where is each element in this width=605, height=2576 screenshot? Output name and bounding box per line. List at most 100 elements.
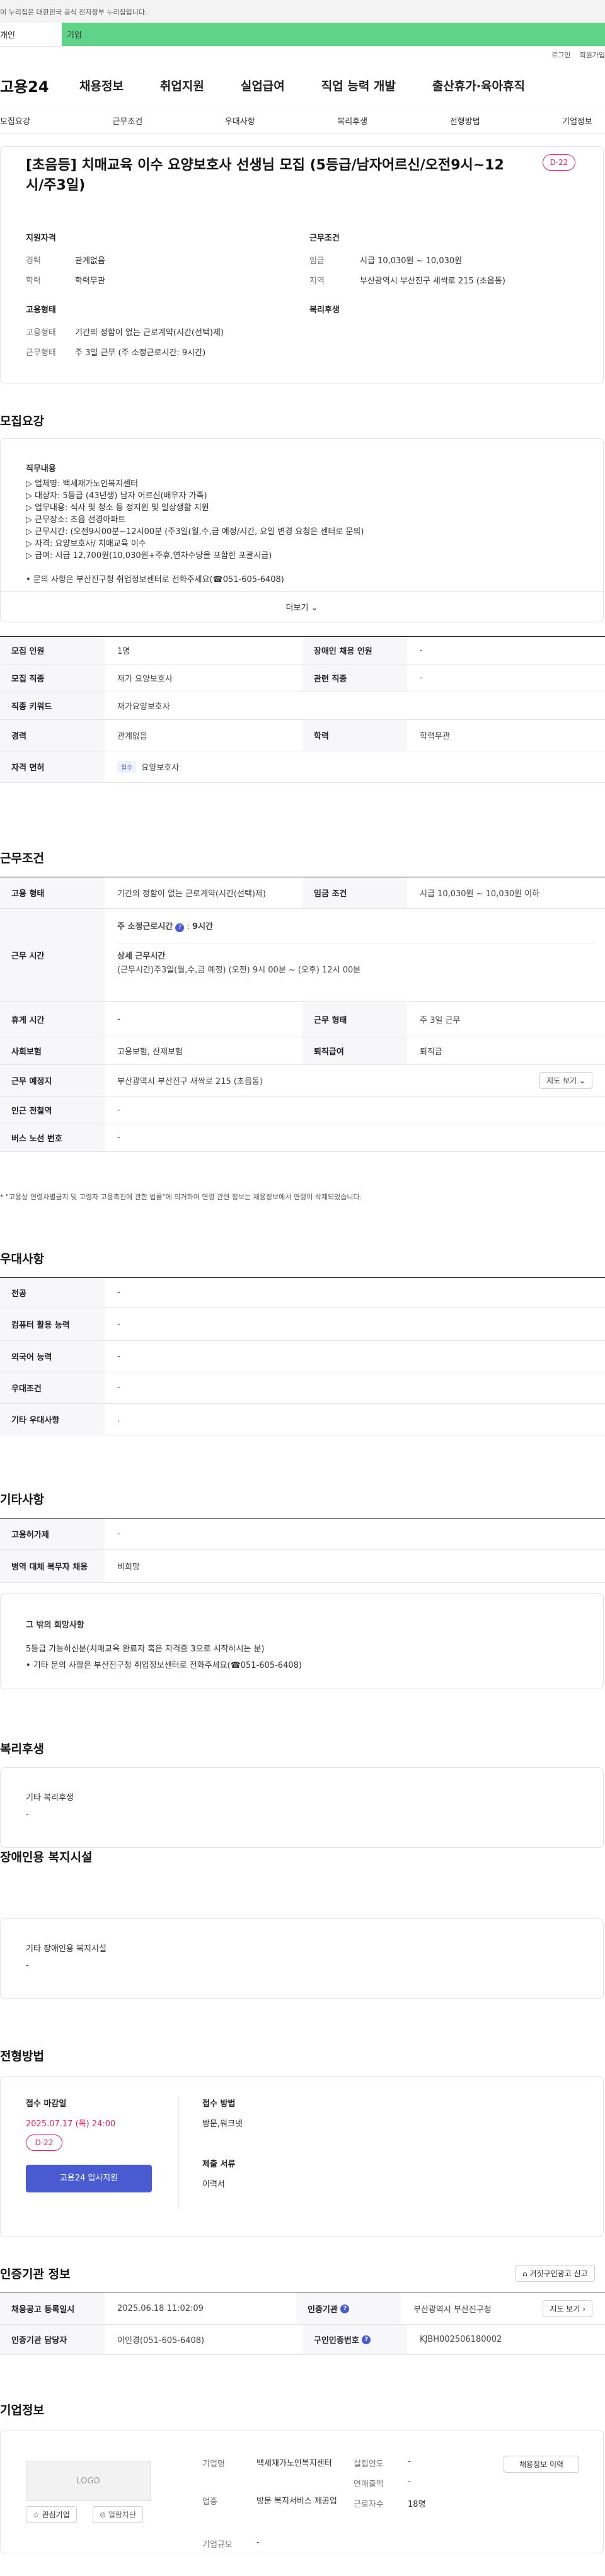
duty-line: ▷ 업체명: 백세재가노인복지센터 [26, 479, 139, 489]
bus-label: 버스 노선 번호 [0, 1124, 105, 1151]
pref-other-label: 기타 우대사항 [0, 1404, 105, 1435]
table-row: 컴퓨터 활용 능력 - [0, 1308, 605, 1341]
table-row: 병역 대체 복무자 채용 비희망 [0, 1550, 605, 1583]
employment-heading: 고용형태 [26, 305, 56, 315]
duty-line: ▷ 자격: 요양보호사/ 치매교육 이수 [26, 539, 146, 549]
more-button[interactable]: 더보기 ⌄ [1, 591, 603, 613]
pref-other-value: . [117, 1415, 120, 1424]
recruit-table: 모집 인원 1명 장애인 채용 인원 - 모집 직종 재가 요양보호사 관련 직종 - … [0, 636, 605, 783]
map-button[interactable]: 지도 보기 › [543, 2300, 592, 2317]
block-label: 열람차단 [108, 2510, 137, 2519]
duty-line: • 문의 사항은 부산진구청 취업정보센터로 전화주세요(☎051-605-64… [26, 575, 284, 584]
map-button-label: 지도 보기 [550, 2305, 580, 2313]
anchor-selection[interactable]: 전형방법 [450, 115, 480, 127]
related-label: 관련 직종 [302, 664, 407, 692]
table-row: 모집 직종 재가 요양보호사 관련 직종 - [0, 664, 605, 692]
retirement-value: 퇴직금 [420, 1047, 442, 1057]
education-label: 학력 [302, 720, 407, 751]
section-title-disabled-facilities: 장애인용 복지시설 [0, 1850, 93, 1864]
license-value-cell: 필수 요양보호사 [105, 751, 605, 782]
emptype-value: 기간의 정함이 없는 근로계약(시간(선택)제) [117, 889, 267, 899]
company-size-value: - [256, 2538, 260, 2547]
subway-value: - [117, 1105, 120, 1115]
pref-cond-value: - [117, 1383, 120, 1393]
pay-value: 시급 10,030원 ~ 10,030원 [360, 256, 463, 266]
conditions-table: 고용 형태 기간의 정함이 없는 근로계약(시간(선택)제) 임금 조건 시급 10… [0, 877, 605, 1152]
welfare-box-heading: 기타 복리후생 [26, 1793, 74, 1803]
related-value: - [420, 673, 423, 683]
duty-line: ▷ 업무내용: 식사 및 청소 등 정지원 및 일상생활 지원 [26, 503, 209, 513]
etc-box-line: 5등급 가능하신분(치매교육 완료자 혹은 자격증 3으로 시작하시는 분) [26, 1644, 265, 1654]
anchor-company[interactable]: 기업정보 [562, 115, 592, 127]
gnb-item-unemployment[interactable]: 실업급여 [241, 77, 285, 94]
table-row: 인증기관 담당자 이인경(051-605-6408) 구인인증번호 ? KJBH0… [0, 2325, 605, 2355]
gnb-item-training[interactable]: 직업 능력 개발 [321, 77, 396, 94]
language-label: 외국어 능력 [0, 1341, 105, 1372]
certification-table: 채용공고 등록일시 2025.06.18 11:02:09 인증기관 ? 부산광역… [0, 2293, 605, 2355]
info-icon[interactable]: ? [175, 923, 185, 932]
docs-heading: 제출 서류 [202, 2160, 236, 2169]
anchor-welfare[interactable]: 복리후생 [337, 115, 367, 127]
report-button[interactable]: ⌂ 거짓구인광고 신고 [516, 2265, 595, 2282]
join-link[interactable]: 회원가입 [580, 50, 605, 60]
career-label: 경력 [0, 720, 105, 751]
major-value: - [117, 1288, 120, 1297]
duty-line: ▷ 급여: 시급 12,700원(10,030원+주휴,연차수당을 포함한 포괄… [26, 551, 272, 561]
computer-value: - [117, 1319, 120, 1329]
anchor-conditions[interactable]: 근무조건 [112, 115, 142, 127]
form-value: 주 3일 근무 [420, 1016, 461, 1025]
method-value: 방문,워크넷 [202, 2119, 243, 2129]
tab-personal[interactable]: 개인 [0, 23, 62, 46]
company-card: LOGO ☆ 관심기업 ⊘ 열람차단 기업명 백세재가노인복지센터 업종 방문 … [0, 2430, 604, 2553]
conditions-heading: 근무조건 [309, 234, 340, 243]
global-nav: 고용24 채용정보 취업지원 실업급여 직업 능력 개발 출산휴가·육아휴직 [0, 63, 605, 108]
count-value: 1명 [117, 647, 130, 656]
rest-label: 휴게 시간 [0, 1002, 105, 1037]
block-view-button[interactable]: ⊘ 열람차단 [93, 2506, 144, 2523]
region-value: 부산광역시 부산진구 새싹로 215 (초읍동) [360, 276, 505, 286]
job-history-button[interactable]: 채용정보 이력 [504, 2456, 579, 2473]
star-icon: ☆ [33, 2510, 40, 2519]
method-heading: 접수 방법 [202, 2099, 236, 2109]
anchor-recruit[interactable]: 모집요강 [0, 115, 30, 127]
section-title-etc: 기타사항 [0, 1493, 44, 1507]
table-row: 인근 전철역 - [0, 1097, 605, 1124]
etc-table: 고용허가제 - 병역 대체 복무자 채용 비희망 [0, 1518, 605, 1583]
section-title-welfare: 복리후생 [0, 1742, 44, 1756]
license-value: 요양보호사 [141, 763, 180, 773]
tab-corporate[interactable]: 기업 [62, 23, 605, 46]
block-icon: ⊘ [100, 2510, 107, 2519]
anchor-preferences[interactable]: 우대사항 [225, 115, 255, 127]
apply-button[interactable]: 고용24 입사지원 [26, 2165, 152, 2192]
hours-cell: 주 소정근로시간 ? : 9시간 상세 근무시간 (근무시간)주3일(월,수,금… [105, 909, 605, 1001]
table-row: 외국어 능력 - [0, 1341, 605, 1372]
company-name-label: 기업명 [202, 2459, 225, 2469]
deadline-heading: 접수 마감일 [26, 2099, 67, 2109]
table-row: 직종 키워드 재가요양보호사 [0, 692, 605, 720]
map-button[interactable]: 지도 보기 ⌄ [539, 1072, 592, 1089]
info-icon[interactable]: ? [362, 2335, 371, 2344]
table-row: 휴게 시간 - 근무 형태 주 3일 근무 [0, 1002, 605, 1037]
site-logo[interactable]: 고용24 [0, 74, 79, 96]
career-label: 경력 [26, 256, 41, 266]
favorite-company-button[interactable]: ☆ 관심기업 [26, 2506, 77, 2523]
place-cell: 부산광역시 부산진구 새싹로 215 (초읍동) 지도 보기 ⌄ [105, 1065, 605, 1096]
company-name-value: 백세재가노인복지센터 [256, 2459, 332, 2468]
gnb-item-employment-support[interactable]: 취업지원 [160, 77, 204, 94]
login-link[interactable]: 로그인 [551, 50, 570, 60]
table-row: 고용허가제 - [0, 1519, 605, 1550]
info-icon[interactable]: ? [340, 2304, 350, 2313]
gnb-item-leave[interactable]: 출산휴가·육아휴직 [432, 77, 525, 94]
selection-card: 접수 마감일 2025.07.17 (목) 24:00 D-22 고용24 입사… [0, 2076, 604, 2237]
employees-value: 18명 [408, 2500, 426, 2509]
emptype-label: 고용 형태 [0, 877, 105, 908]
industry-value: 방문 복지서비스 제공업 [256, 2497, 337, 2506]
revenue-label: 연매출액 [354, 2480, 384, 2489]
std-hours: 주 소정근로시간 ? : 9시간 [117, 922, 214, 932]
work-permit-label: 고용허가제 [0, 1519, 105, 1549]
major-label: 전공 [0, 1278, 105, 1308]
gnb-item-jobs[interactable]: 채용정보 [79, 77, 124, 94]
manager-label: 인증기관 담당자 [0, 2325, 105, 2354]
region-label: 지역 [309, 276, 325, 286]
map-button-label: 지도 보기 [546, 1076, 577, 1085]
